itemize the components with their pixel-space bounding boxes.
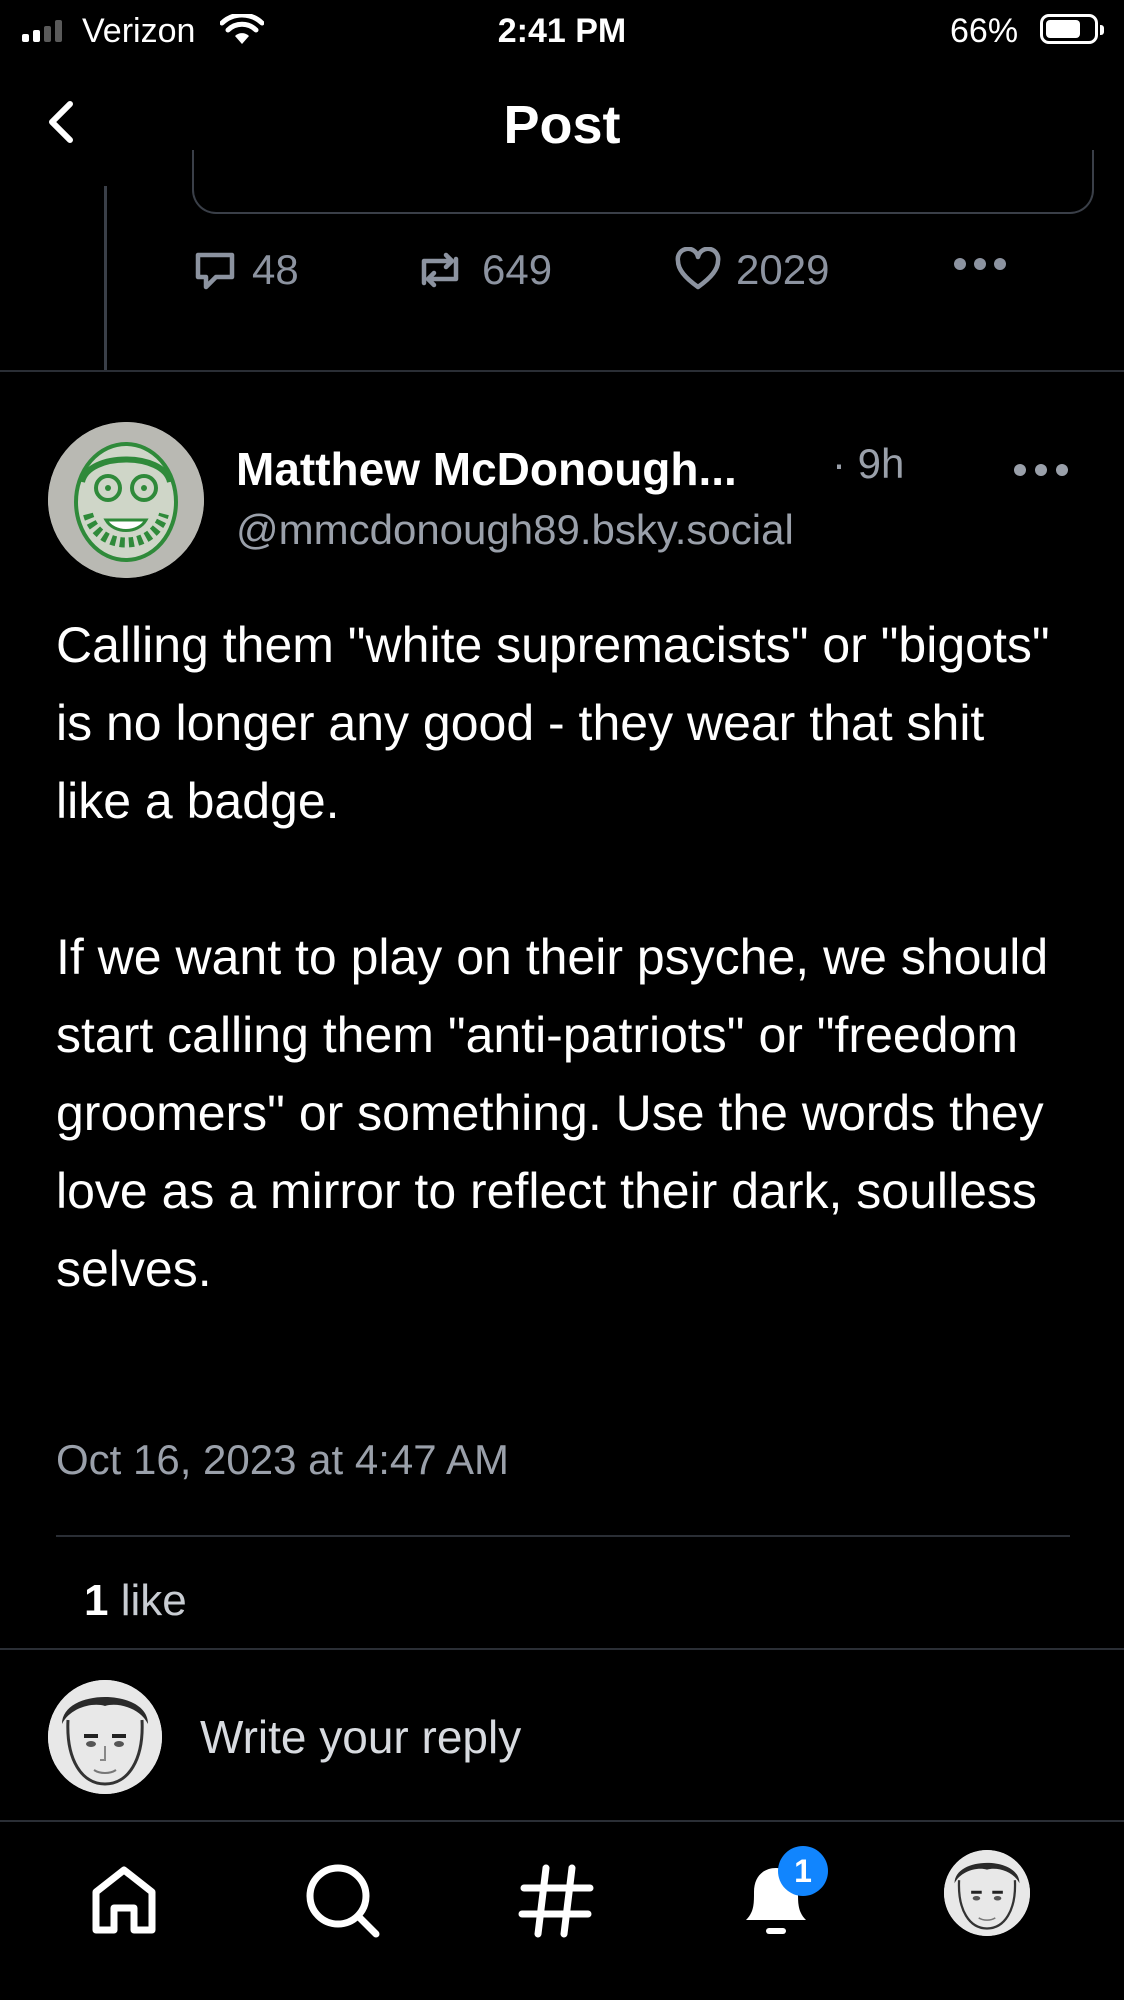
author-avatar[interactable] [48,422,204,578]
reply-input-placeholder[interactable]: Write your reply [200,1710,521,1764]
reply-button[interactable]: 48 [192,246,299,294]
like-button[interactable]: 2029 [674,246,829,294]
hashtag-icon[interactable] [506,1850,606,1950]
battery-percent: 66% [950,12,1019,50]
reply-count: 48 [252,246,299,293]
divider [0,1820,1124,1822]
post-date: Oct 16, 2023 at 4:47 AM [56,1436,509,1483]
repost-count: 649 [482,246,553,293]
more-icon [954,258,1006,270]
battery-icon [1040,14,1104,44]
author-name[interactable]: Matthew McDonough... [236,442,737,496]
previous-post-actions: 48 649 2029 [0,246,1124,306]
divider [0,370,1124,372]
author-handle[interactable]: @mmcdonough89.bsky.social [236,506,794,554]
status-bar: Verizon 2:41 PM 66% [0,0,1124,64]
more-options-button[interactable] [952,254,1008,274]
author-avatar-image [48,422,204,578]
user-avatar [48,1680,162,1794]
post-text: Calling them "white supremacists" or "bi… [56,617,1050,1297]
search-icon[interactable] [292,1850,392,1950]
post-more-icon[interactable] [1012,458,1070,482]
notification-badge: 1 [778,1846,828,1896]
likes-label: like [120,1576,187,1625]
home-icon[interactable] [74,1850,174,1950]
divider [56,1535,1070,1537]
reply-icon [195,252,235,290]
likes-number: 1 [84,1576,109,1625]
like-count: 2029 [736,246,830,293]
page-title: Post [503,95,621,155]
post-time-ago: · 9h [832,440,905,487]
embed-card-edge[interactable] [192,150,1094,214]
reply-prompt[interactable]: Write your reply [0,1650,1124,1820]
repost-button[interactable]: 649 [412,246,552,294]
heart-icon [675,247,721,290]
likes-count-link[interactable]: 1 like [84,1576,187,1626]
profile-avatar[interactable] [944,1850,1030,1936]
repost-icon [421,252,459,288]
